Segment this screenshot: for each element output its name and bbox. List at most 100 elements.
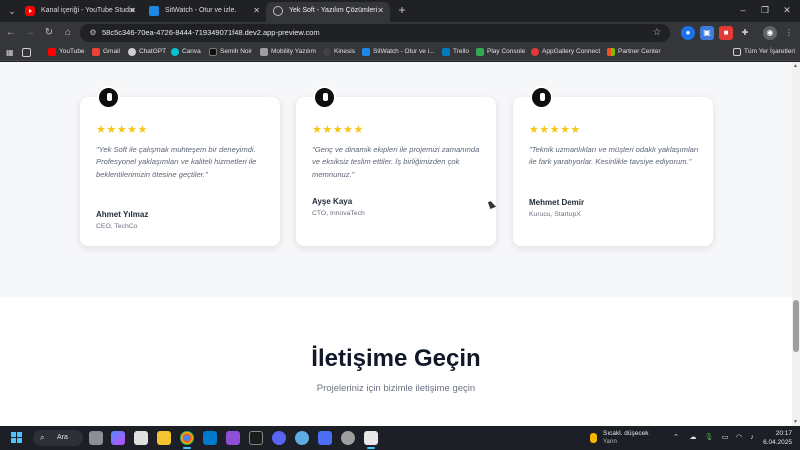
file-explorer-icon[interactable] xyxy=(157,431,171,445)
visual-studio-icon[interactable] xyxy=(226,431,240,445)
scroll-down-icon[interactable]: ▼ xyxy=(793,419,798,425)
bookmark-trello[interactable]: Trello xyxy=(442,44,469,61)
rating-stars: ★★★★★ xyxy=(529,124,581,136)
bookmark-sitwatch[interactable]: SitWatch - Otur ve i... xyxy=(362,44,435,61)
new-tab-button[interactable]: + xyxy=(395,3,409,19)
menu-kebab-icon[interactable]: ⋮ xyxy=(782,26,796,40)
wifi-icon[interactable]: ◠ xyxy=(734,433,744,443)
extension-blue-icon[interactable]: ● xyxy=(681,26,695,40)
cloud-icon[interactable]: ☁ xyxy=(688,433,698,443)
testimonial-card: ★★★★★ "Yek Soft ile çalışmak muhteşem bi… xyxy=(80,86,280,246)
capcut-icon[interactable] xyxy=(364,431,378,449)
bookmark-semih-noir[interactable]: Semih Noir xyxy=(209,44,252,61)
store-icon[interactable] xyxy=(134,431,148,445)
system-clock[interactable]: 20:17 6.04.2025 xyxy=(758,429,792,447)
copilot-icon[interactable] xyxy=(111,431,125,445)
close-icon[interactable]: ✕ xyxy=(377,2,384,20)
testimonial-role: CEO, TechCo xyxy=(96,223,138,230)
all-bookmarks[interactable]: Tüm Yer İşaretleri xyxy=(733,44,795,61)
extension-window-icon[interactable]: ▣ xyxy=(700,26,714,40)
vscode-icon[interactable] xyxy=(203,431,217,445)
bookmark-youtube[interactable]: YouTube xyxy=(48,44,85,61)
microphone-icon[interactable]: 🎙 xyxy=(704,433,714,443)
scrollbar-thumb[interactable] xyxy=(793,300,799,352)
tab-yek-soft[interactable]: Yek Soft - Yazılım Çözümleri ✕ xyxy=(266,2,390,22)
testimonial-quote: "Teknik uzmanlıkları ve müşteri odaklı y… xyxy=(529,145,699,167)
volume-icon[interactable]: ♪ xyxy=(747,433,757,443)
discord-icon[interactable] xyxy=(272,431,286,445)
section-subtitle: Projeleriniz için bizimle iletişime geçi… xyxy=(316,383,476,394)
github-icon[interactable] xyxy=(341,431,355,445)
bookmark-canva[interactable]: Canva xyxy=(171,44,201,61)
bookmark-mobility[interactable]: Mobility Yazılım xyxy=(260,44,316,61)
rating-stars: ★★★★★ xyxy=(96,124,148,136)
windows-start-icon[interactable] xyxy=(11,432,22,443)
address-bar[interactable]: ⚙ 58c5c346-70ea-4726-8444-719349071f48.d… xyxy=(80,24,670,42)
chevron-up-icon[interactable]: ⌃ xyxy=(671,433,681,443)
section-title: İletişime Geçin xyxy=(311,345,481,372)
tab-title: Yek Soft - Yazılım Çözümleri xyxy=(289,7,378,14)
extension-red-icon[interactable]: ■ xyxy=(719,26,733,40)
site-info-icon[interactable]: ⚙ xyxy=(86,26,100,40)
testimonial-name: Mehmet Demir xyxy=(529,198,585,207)
back-icon[interactable]: ← xyxy=(4,26,18,40)
weather-subtext: Yarın xyxy=(603,439,617,445)
display-icon[interactable]: ▭ xyxy=(720,433,730,443)
minimize-icon[interactable]: – xyxy=(736,4,750,16)
folder-icon xyxy=(260,48,268,56)
tab-strip: ⌄ Kanal içeriği - YouTube Studio ✕ SitWa… xyxy=(0,0,800,22)
youtube-icon xyxy=(25,6,35,16)
home-icon[interactable]: ⌂ xyxy=(61,26,75,40)
weather-widget[interactable]: Sıcakl. düşecek Yarın xyxy=(590,428,660,448)
play-console-icon xyxy=(476,48,484,56)
page-viewport: ★★★★★ "Yek Soft ile çalışmak muhteşem bi… xyxy=(0,62,792,426)
tab-youtube-studio[interactable]: Kanal içeriği - YouTube Studio ✕ xyxy=(18,2,142,22)
rating-stars: ★★★★★ xyxy=(312,124,364,136)
page-scrollbar[interactable]: ▲ ▼ xyxy=(792,62,800,426)
scroll-up-icon[interactable]: ▲ xyxy=(793,63,798,69)
apps-grid-icon[interactable]: ▦ xyxy=(6,48,15,57)
windows-taskbar: ⌕ Ara Sıcakl. düşecek Yarın ⌃ ☁ 🎙 ▭ ◠ ♪ … xyxy=(0,426,800,450)
bookmark-appgallery[interactable]: AppGallery Connect xyxy=(531,44,600,61)
tab-groups-icon[interactable] xyxy=(22,48,31,57)
profile-avatar-icon[interactable]: ◉ xyxy=(763,26,777,40)
close-icon[interactable]: ✕ xyxy=(129,2,136,20)
testimonial-quote: "Yek Soft ile çalışmak muhteşem bir dene… xyxy=(96,145,257,179)
testimonial-card: ★★★★★ "Genç ve dinamik ekipleri ile proj… xyxy=(296,86,496,246)
globe-icon xyxy=(273,6,283,16)
chrome-icon[interactable] xyxy=(180,431,194,449)
search-label: Ara xyxy=(57,434,68,441)
close-window-icon[interactable]: ✕ xyxy=(780,4,794,16)
close-icon[interactable]: ✕ xyxy=(253,2,260,20)
gmail-icon xyxy=(92,48,100,56)
forward-icon[interactable]: → xyxy=(23,26,37,40)
microsoft-icon xyxy=(607,48,615,56)
extensions-puzzle-icon[interactable]: ✚ xyxy=(738,26,752,40)
chatgpt-icon xyxy=(128,48,136,56)
sitwatch-icon xyxy=(149,6,159,16)
reload-icon[interactable]: ↻ xyxy=(42,26,56,40)
canva-icon xyxy=(171,48,179,56)
avatar xyxy=(530,86,553,109)
task-view-icon[interactable] xyxy=(89,431,103,445)
url-text[interactable]: 58c5c346-70ea-4726-8444-719349071f48.dev… xyxy=(102,24,320,42)
bookmarks-bar: ▦ YouTube Gmail ChatGPT Canva Semih Noir… xyxy=(0,44,800,61)
pen-app-icon[interactable] xyxy=(318,431,332,445)
bookmark-star-icon[interactable]: ☆ xyxy=(650,26,664,40)
tab-sitwatch[interactable]: SitWatch - Otur ve izle. ✕ xyxy=(142,2,266,22)
terminal-icon[interactable] xyxy=(249,431,263,445)
app-icon[interactable] xyxy=(295,431,309,445)
taskbar-search[interactable]: ⌕ Ara xyxy=(33,430,83,446)
avatar xyxy=(313,86,336,109)
bookmark-play-console[interactable]: Play Console xyxy=(476,44,525,61)
restore-icon[interactable]: ❐ xyxy=(758,4,772,16)
contact-section: İletişime Geçin Projeleriniz için biziml… xyxy=(0,297,792,426)
testimonial-card: ★★★★★ "Teknik uzmanlıkları ve müşteri od… xyxy=(513,86,713,246)
thermometer-icon xyxy=(590,433,597,443)
bookmark-gmail[interactable]: Gmail xyxy=(92,44,120,61)
bookmark-chatgpt[interactable]: ChatGPT xyxy=(128,44,166,61)
bookmark-kinesis[interactable]: Kinesis xyxy=(323,44,355,61)
kinesis-icon xyxy=(323,48,331,56)
bookmark-partner-center[interactable]: Partner Center xyxy=(607,44,661,61)
folder-icon xyxy=(733,48,741,56)
